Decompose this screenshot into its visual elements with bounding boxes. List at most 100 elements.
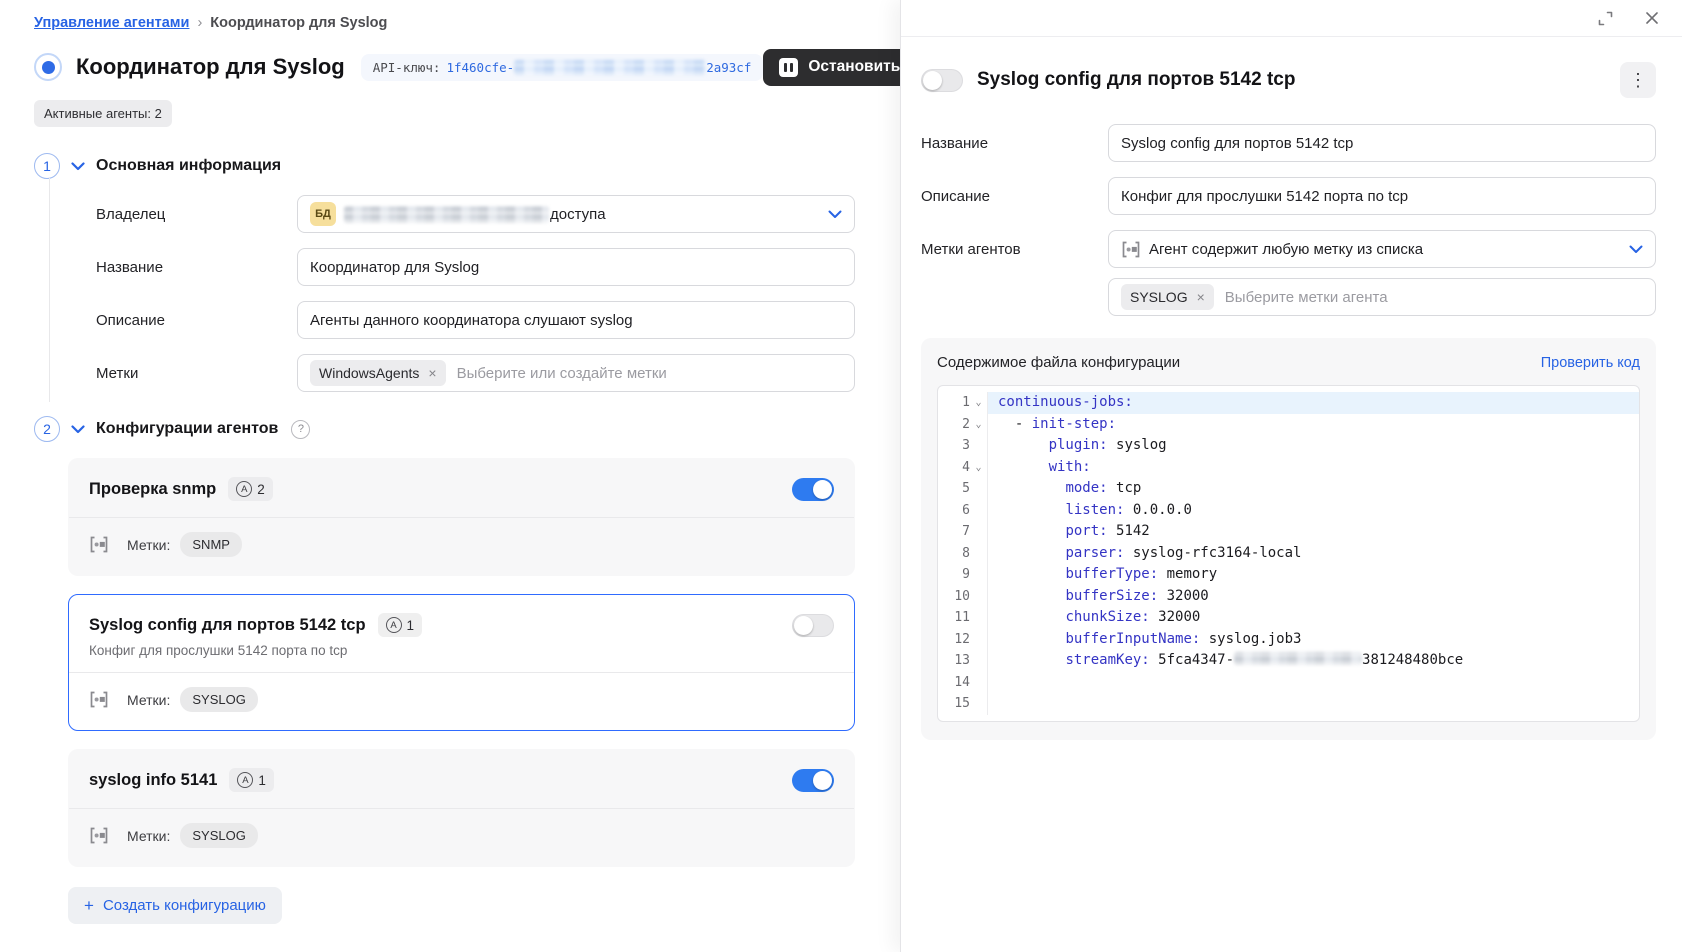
description-input[interactable] — [297, 301, 855, 339]
line-number: 1 — [938, 392, 970, 414]
panel-body: Syslog config для портов 5142 tcp ⋮ Назв… — [901, 37, 1682, 740]
code-line: 1 ⌄ continuous-jobs: — [938, 392, 1639, 414]
help-icon[interactable]: ? — [291, 420, 310, 439]
code-line: 7 port: 5142 — [938, 521, 1639, 543]
config-tag-pills: SYSLOG — [180, 823, 257, 848]
code-line: 10 bufferSize: 32000 — [938, 586, 1639, 608]
code-line: 2 ⌄ - init-step: — [938, 414, 1639, 436]
config-card-header: Проверка snmp A 2 — [69, 459, 854, 517]
stop-button[interactable]: Остановить — [763, 49, 916, 86]
agent-tags-label: Метки агентов — [921, 241, 1108, 258]
plus-icon: + — [84, 897, 94, 914]
remove-tag-icon[interactable]: × — [428, 366, 436, 380]
redacted-stream-key — [1234, 652, 1362, 665]
fold-icon[interactable] — [970, 521, 987, 543]
panel-description-input[interactable] — [1108, 177, 1656, 215]
agents-count: 1 — [258, 773, 266, 788]
config-tags-label: Метки: — [127, 537, 170, 553]
config-content-box: Содержимое файла конфигурации Проверить … — [921, 338, 1656, 740]
code-line-text: with: — [987, 457, 1639, 479]
fold-icon[interactable] — [970, 650, 987, 672]
owner-row: Владелец БД доступа — [96, 195, 855, 233]
owner-select[interactable]: БД доступа — [297, 195, 855, 233]
fold-icon[interactable] — [970, 564, 987, 586]
config-tag: SYSLOG — [180, 687, 257, 712]
panel-name-row: Название — [921, 124, 1656, 162]
code-editor[interactable]: 1 ⌄ continuous-jobs: 2 ⌄ - init-step: 3 … — [937, 385, 1640, 722]
tag-brackets-icon — [1121, 241, 1141, 258]
config-card-meta: Метки: SYSLOG — [69, 809, 854, 866]
config-cards: Проверка snmp A 2 Метки: SNMP — [68, 458, 855, 867]
config-enabled-toggle[interactable] — [792, 614, 834, 637]
fold-icon[interactable] — [970, 607, 987, 629]
config-tags-label: Метки: — [127, 828, 170, 844]
create-config-label: Создать конфигурацию — [103, 897, 266, 914]
panel-config-toggle[interactable] — [921, 69, 963, 92]
config-card[interactable]: Проверка snmp A 2 Метки: SNMP — [68, 458, 855, 576]
chevron-down-icon — [828, 210, 842, 219]
code-line-text: listen: 0.0.0.0 — [987, 500, 1639, 522]
line-number: 4 — [938, 457, 970, 479]
api-key-chip: API-ключ: 1f460cfe- 2a93cf — [361, 54, 764, 81]
section-main-info: 1 Основная информация — [34, 153, 855, 179]
breadcrumb-link-agent-management[interactable]: Управление агентами — [34, 15, 189, 31]
fold-icon[interactable] — [970, 586, 987, 608]
pause-icon — [779, 58, 798, 77]
check-code-link[interactable]: Проверить код — [1541, 355, 1640, 371]
agent-icon: A — [386, 617, 402, 633]
panel-agent-tags-row: Метки агентов Агент содержит любую метку… — [921, 230, 1656, 268]
fold-icon[interactable]: ⌄ — [970, 457, 987, 479]
line-number: 3 — [938, 435, 970, 457]
chevron-down-icon[interactable] — [71, 162, 85, 171]
config-card-header: syslog info 5141 A 1 — [69, 750, 854, 808]
config-title: syslog info 5141 — [89, 771, 217, 790]
create-config-button[interactable]: + Создать конфигурацию — [68, 887, 282, 924]
remove-tag-icon[interactable]: × — [1197, 290, 1205, 304]
chevron-down-icon[interactable] — [71, 425, 85, 434]
fold-icon[interactable]: ⌄ — [970, 392, 987, 414]
tag-chip: SYSLOG× — [1121, 284, 1214, 310]
config-card[interactable]: syslog info 5141 A 1 Метки: SYSLOG — [68, 749, 855, 867]
panel-name-label: Название — [921, 135, 1108, 152]
fold-icon[interactable] — [970, 435, 987, 457]
panel-name-input[interactable] — [1108, 124, 1656, 162]
code-line-text: continuous-jobs: — [987, 392, 1639, 414]
agent-icon: A — [237, 772, 253, 788]
code-line: 5 mode: tcp — [938, 478, 1639, 500]
config-enabled-toggle[interactable] — [792, 478, 834, 501]
panel-menu-button[interactable]: ⋮ — [1620, 62, 1656, 98]
code-line-text — [987, 693, 1639, 715]
code-line-text: parser: syslog-rfc3164-local — [987, 543, 1639, 565]
line-number: 10 — [938, 586, 970, 608]
code-line: 14 — [938, 672, 1639, 694]
fold-icon[interactable] — [970, 543, 987, 565]
line-number: 12 — [938, 629, 970, 651]
fold-icon[interactable] — [970, 693, 987, 715]
chevron-down-icon — [1629, 245, 1643, 254]
agent-tags-mode-select[interactable]: Агент содержит любую метку из списка — [1108, 230, 1656, 268]
fold-icon[interactable] — [970, 478, 987, 500]
section-number-badge: 1 — [34, 153, 60, 179]
fold-icon[interactable]: ⌄ — [970, 414, 987, 436]
expand-panel-icon[interactable] — [1597, 10, 1614, 27]
fold-icon[interactable] — [970, 672, 987, 694]
close-panel-icon[interactable] — [1644, 10, 1660, 26]
tag-brackets-icon — [89, 827, 109, 844]
code-line-text: mode: tcp — [987, 478, 1639, 500]
code-line-text: port: 5142 — [987, 521, 1639, 543]
agents-count: 2 — [257, 482, 265, 497]
config-card[interactable]: Syslog config для портов 5142 tcp A 1 Ко… — [68, 594, 855, 731]
tag-brackets-icon — [89, 536, 109, 553]
agent-tags-field[interactable]: SYSLOG× Выберите метки агента — [1108, 278, 1656, 316]
fold-icon[interactable] — [970, 629, 987, 651]
config-tag: SYSLOG — [180, 823, 257, 848]
api-key-suffix: 2a93cf — [706, 60, 751, 75]
coordinator-tags-field[interactable]: WindowsAgents× Выберите или создайте мет… — [297, 354, 855, 392]
config-title: Syslog config для портов 5142 tcp — [89, 616, 366, 635]
agent-management-app: Управление агентами › Координатор для Sy… — [0, 0, 1682, 952]
redacted-owner-name — [344, 206, 549, 223]
config-enabled-toggle[interactable] — [792, 769, 834, 792]
fold-icon[interactable] — [970, 500, 987, 522]
panel-description-label: Описание — [921, 188, 1108, 205]
name-input[interactable] — [297, 248, 855, 286]
